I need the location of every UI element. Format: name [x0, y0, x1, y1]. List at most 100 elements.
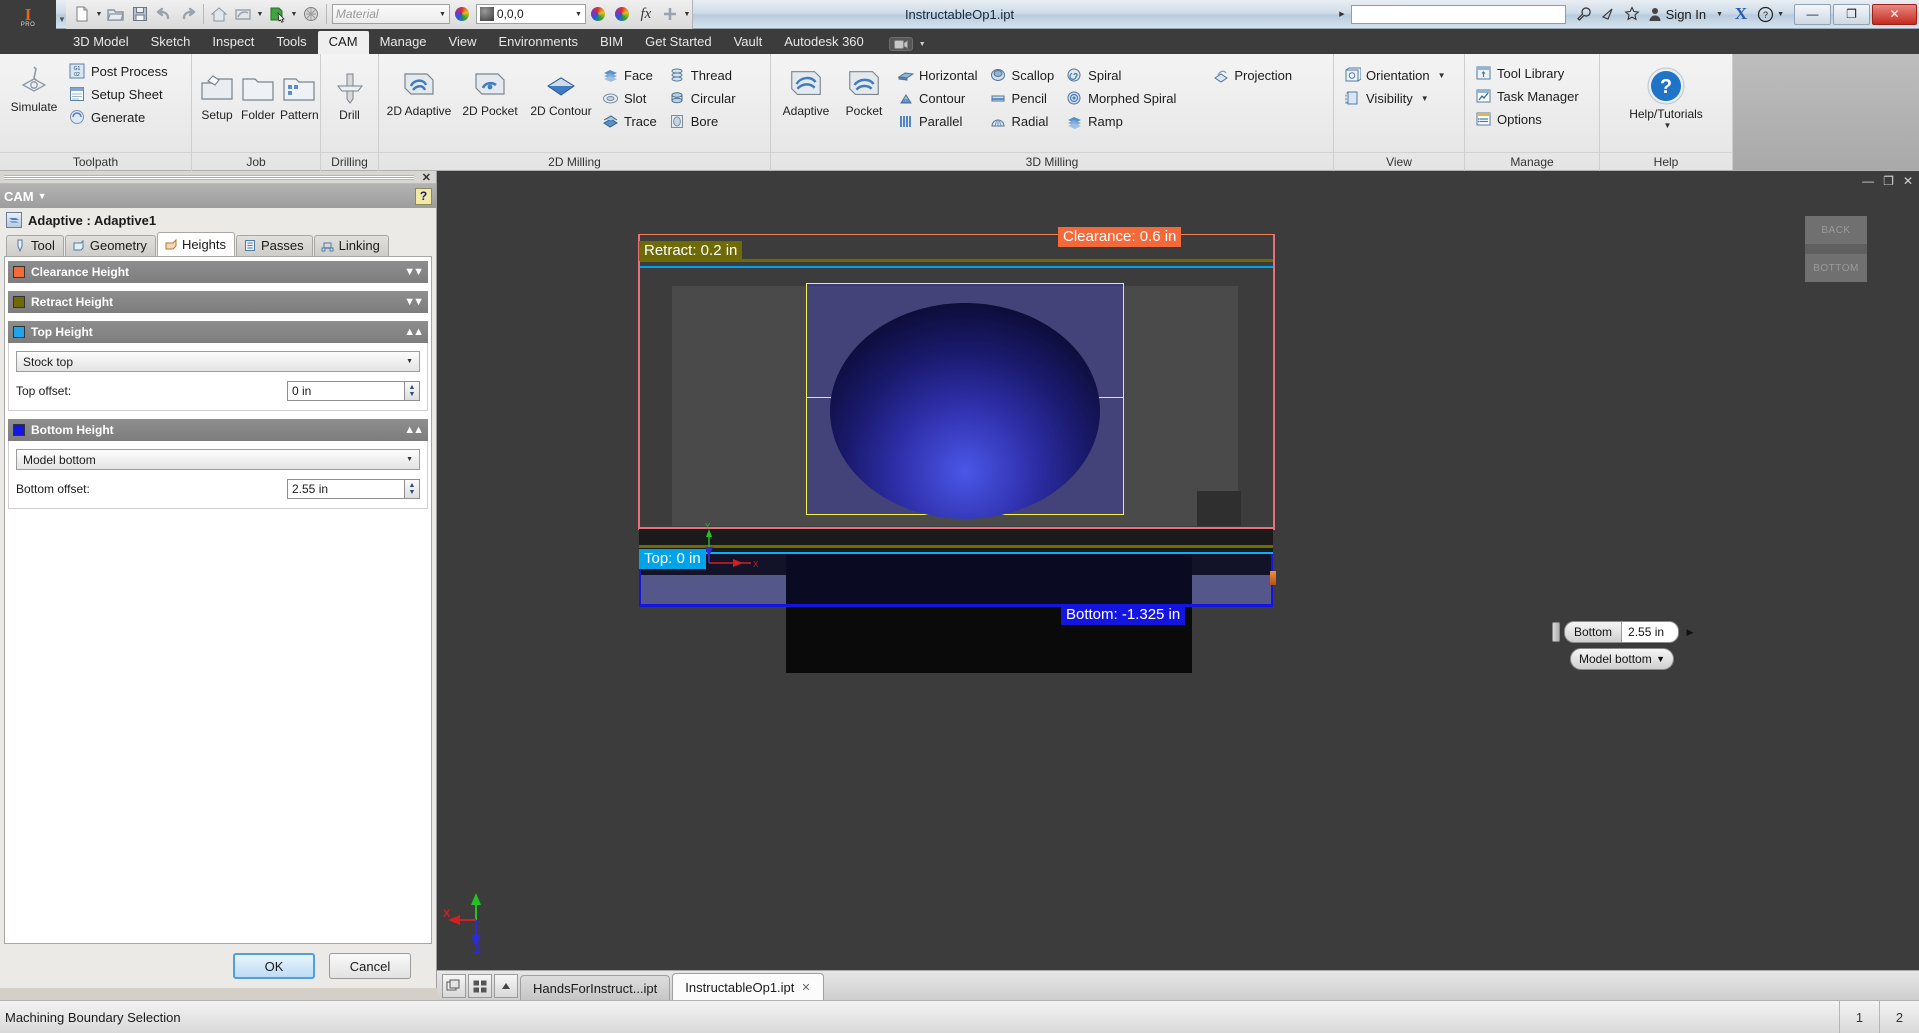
ribbon-tab-bim[interactable]: BIM [589, 31, 634, 54]
tab-heights[interactable]: Heights [156, 232, 236, 256]
setup-sheet-button[interactable]: Setup Sheet [65, 83, 173, 105]
setup-button[interactable]: Setup [198, 66, 236, 122]
tile-windows-icon[interactable] [442, 974, 466, 998]
application-menu-button[interactable]: I PRO [0, 0, 56, 29]
folder-button[interactable]: Folder [239, 66, 277, 122]
visibility-button[interactable]: Visibility ▼ [1340, 87, 1451, 109]
bottom-offset-input[interactable]: 2.55 in [287, 479, 405, 499]
cam-panel-title-group[interactable]: CAM ▼ [4, 189, 47, 204]
appearance-combo[interactable]: 0,0,0 ▼ [475, 4, 586, 24]
new-document-caret-icon[interactable]: ▼ [94, 11, 104, 18]
star-icon[interactable] [1620, 0, 1644, 29]
chevron-collapse-icon[interactable]: ▲▲ [404, 424, 424, 436]
exchange-icon[interactable]: X [1729, 0, 1753, 29]
post-process-button[interactable]: G1 02 Post Process [65, 60, 173, 82]
ramp-button[interactable]: Ramp [1062, 110, 1181, 132]
pencil-button[interactable]: Pencil [986, 87, 1060, 109]
minimize-button[interactable]: — [1794, 3, 1831, 25]
material-combo[interactable]: Material ▼ [331, 4, 450, 24]
scallop-button[interactable]: Scallop [986, 64, 1060, 86]
parallel-button[interactable]: Parallel [893, 110, 983, 132]
ribbon-tab-environments[interactable]: Environments [488, 31, 589, 54]
viewport-minimize-button[interactable]: — [1862, 174, 1874, 188]
select-caret-icon[interactable]: ▼ [289, 11, 299, 18]
view-cube-back-face[interactable]: BACK [1805, 216, 1867, 244]
wrench-icon[interactable] [1572, 0, 1596, 29]
chevron-collapse-icon[interactable]: ▲▲ [404, 326, 424, 338]
tab-geometry[interactable]: Geometry [64, 235, 156, 256]
ribbon-tab-get-started[interactable]: Get Started [634, 31, 722, 54]
generate-button[interactable]: Generate [65, 106, 173, 128]
return-caret-icon[interactable]: ▼ [255, 11, 265, 18]
arrange-icon[interactable] [468, 974, 492, 998]
document-tab-instructable[interactable]: InstructableOp1.ipt ✕ [672, 973, 824, 1000]
bottom-offset-stepper[interactable]: ▲ ▼ [405, 479, 420, 499]
search-input[interactable] [1350, 4, 1566, 24]
sign-in-button[interactable]: Sign In [1644, 6, 1710, 22]
tab-passes[interactable]: Passes [236, 235, 313, 256]
satellite-icon[interactable] [1596, 0, 1620, 29]
contour-2d-button[interactable]: 2D Contour [527, 62, 595, 118]
panel-drag-handle[interactable]: ✕ [0, 171, 436, 184]
adjust-appearance-icon[interactable] [586, 2, 610, 27]
title-overflow-caret-icon[interactable]: ▶ [1339, 10, 1344, 18]
next-arrow-icon[interactable]: ▶ [1683, 627, 1697, 638]
bottom-from-dropdown[interactable]: Model bottom ▼ [1570, 648, 1674, 670]
adaptive-button[interactable]: Adaptive [777, 62, 835, 118]
clear-appearance-icon[interactable] [610, 2, 634, 27]
new-document-icon[interactable] [70, 2, 94, 27]
tab-tool[interactable]: Tool [6, 235, 64, 256]
section-header-clearance-height[interactable]: Clearance Height ▼▼ [8, 261, 428, 283]
contour-button[interactable]: Contour [893, 87, 983, 109]
bottom-height-from-select[interactable]: Model bottom ▼ [16, 449, 420, 470]
view-cube-edge[interactable] [1805, 244, 1867, 254]
select-icon[interactable] [265, 2, 289, 27]
slot-button[interactable]: Slot [598, 87, 662, 109]
simulate-button[interactable]: Simulate [6, 58, 62, 114]
3d-viewport[interactable]: — ❐ ✕ BACK BOTTOM Clearance: 0.6 in Retr… [437, 171, 1919, 970]
top-offset-input[interactable]: 0 in [287, 381, 405, 401]
maximize-button[interactable]: ❐ [1833, 3, 1870, 25]
ribbon-tab-tools[interactable]: Tools [265, 31, 317, 54]
options-button[interactable]: Options [1471, 108, 1584, 130]
horizontal-button[interactable]: Horizontal [893, 64, 983, 86]
section-header-top-height[interactable]: Top Height ▲▲ [8, 321, 428, 343]
help-question-icon[interactable]: ? [415, 187, 432, 205]
material-sphere-icon[interactable] [450, 2, 474, 27]
ribbon-tab-cam[interactable]: CAM [317, 31, 369, 54]
face-button[interactable]: Face [598, 64, 662, 86]
chevron-down-icon[interactable]: ▼ [1664, 121, 1672, 130]
pocket-2d-button[interactable]: 2D Pocket [456, 62, 524, 118]
ribbon-tab-3d-model[interactable]: 3D Model [62, 31, 140, 54]
ribbon-tab-vault[interactable]: Vault [723, 31, 774, 54]
chevron-down-icon[interactable]: ▼ [1421, 94, 1429, 103]
return-icon[interactable] [231, 2, 255, 27]
ribbon-tab-autodesk-360[interactable]: Autodesk 360 [773, 31, 875, 54]
update-icon[interactable] [299, 2, 323, 27]
pattern-button[interactable]: Pattern [280, 66, 319, 122]
projection-button[interactable]: Projection [1208, 64, 1297, 86]
open-folder-icon[interactable] [104, 2, 128, 27]
sign-in-caret-icon[interactable]: ▼ [1716, 11, 1723, 18]
help-caret-icon[interactable]: ▼ [1777, 11, 1784, 18]
record-caret-icon[interactable]: ▼ [919, 41, 926, 48]
bore-button[interactable]: Bore [665, 110, 741, 132]
tab-linking[interactable]: Linking [313, 235, 389, 256]
tool-library-button[interactable]: Tool Library [1471, 62, 1584, 84]
view-cube-bottom-face[interactable]: BOTTOM [1805, 254, 1867, 282]
ok-button[interactable]: OK [233, 953, 315, 979]
ribbon-tab-inspect[interactable]: Inspect [201, 31, 265, 54]
close-button[interactable]: ✕ [1872, 3, 1917, 25]
bottom-control-input[interactable]: 2.55 in [1622, 622, 1679, 642]
home-icon[interactable] [207, 2, 231, 27]
ribbon-tab-view[interactable]: View [438, 31, 488, 54]
chevron-down-icon[interactable]: ▼ [1438, 71, 1446, 80]
thread-button[interactable]: Thread [665, 64, 741, 86]
undo-icon[interactable] [152, 2, 176, 27]
section-header-bottom-height[interactable]: Bottom Height ▲▲ [8, 419, 428, 441]
spiral-button[interactable]: Spiral [1062, 64, 1181, 86]
chevron-down-icon[interactable]: ▼ [38, 191, 47, 201]
help-icon[interactable]: ? [1753, 0, 1777, 29]
orientation-button[interactable]: Orientation ▼ [1340, 64, 1451, 86]
top-height-from-select[interactable]: Stock top ▼ [16, 351, 420, 372]
